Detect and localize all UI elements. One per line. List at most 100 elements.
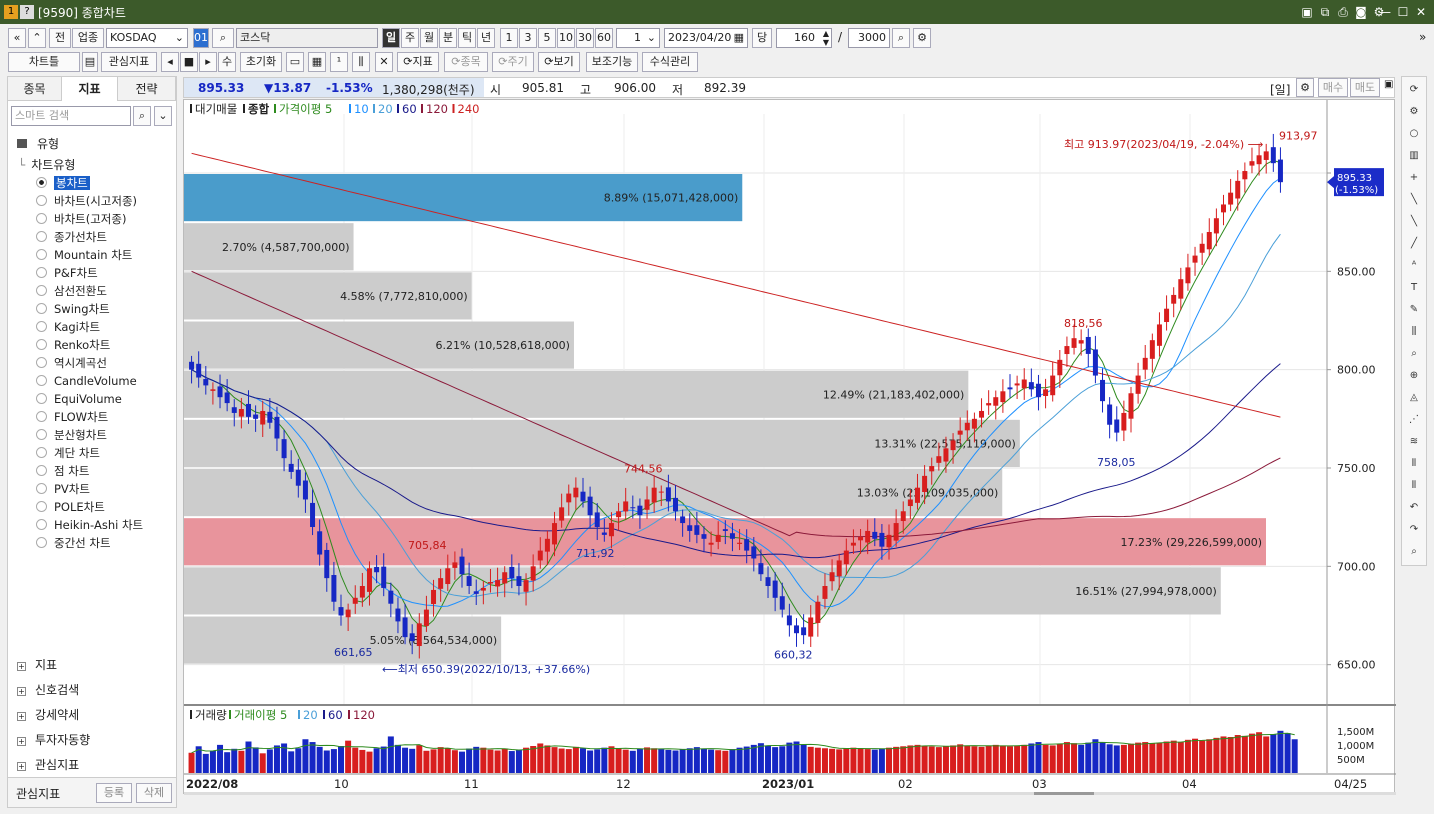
sell-button[interactable]: 매도 [1350,78,1380,97]
accordion-item[interactable]: + 신호검색 [17,680,79,700]
calendar-icon[interactable]: ▦ [734,29,744,47]
bars-icon[interactable]: ⦀ [1406,456,1422,472]
legend-item[interactable]: 20 [378,102,393,116]
legend-item[interactable]: 종합 [248,102,270,116]
total-input[interactable]: 3000 [848,28,890,48]
radio-icon[interactable] [36,519,47,530]
pane-separator[interactable] [184,704,1396,706]
interval-3[interactable]: 3 [519,28,537,48]
chart-type-item[interactable]: 중간선 차트 [36,534,111,552]
layout-icon[interactable]: ▭ [286,52,304,72]
stop-icon[interactable]: ■ [180,52,198,72]
chart-type-item[interactable]: Kagi차트 [36,318,100,336]
sector-button[interactable]: 업종 [72,28,104,48]
chart-type-item[interactable]: POLE차트 [36,498,105,516]
spin-icon[interactable]: ▲ ▼ [823,29,829,47]
chart-type-item[interactable]: Heikin-Ashi 차트 [36,516,143,534]
chart-type-item[interactable]: 봉차트 [36,174,90,192]
interval-60[interactable]: 60 [595,28,613,48]
interval-30[interactable]: 30 [576,28,594,48]
volume-legend-item[interactable]: 거래량 [195,708,227,722]
search-icon[interactable]: ⌕ [133,106,151,126]
expand-icon[interactable]: + [17,737,26,746]
chevron-down-icon[interactable]: ⌄ [154,106,172,126]
radio-icon[interactable] [36,195,47,206]
volume-legend-item[interactable]: 20 [303,708,318,722]
close-icon[interactable]: ▣ [1384,79,1393,90]
refresh-icon[interactable]: ⟳ [1406,82,1422,98]
expand-icon[interactable]: + [17,662,26,671]
chart-scrollbar[interactable] [184,792,1396,795]
date-input[interactable]: 2023/04/20 ▦ [664,28,748,48]
redo-icon[interactable]: ↷ [1406,522,1422,538]
radio-icon[interactable] [36,465,47,476]
scroll-thumb[interactable] [1034,792,1094,795]
tab-indicators[interactable]: 지표 [62,77,118,101]
radio-icon[interactable] [36,249,47,260]
interval-5[interactable]: 5 [538,28,556,48]
market-select[interactable]: KOSDAQ ⌄ [106,28,188,48]
chart-type-item[interactable]: FLOW차트 [36,408,108,426]
zoom-in-icon[interactable]: ⊕ [1406,368,1422,384]
interval-input[interactable]: 1 ⌄ [616,28,660,48]
bars2-icon[interactable]: ⦀ [1406,478,1422,494]
gann-icon[interactable]: ≋ [1406,434,1422,450]
prev-button[interactable]: « [8,28,26,48]
text-icon[interactable]: T [1406,280,1422,296]
expand-icon[interactable]: + [17,762,26,771]
camera-icon[interactable]: ◙ [1352,3,1370,21]
circle-icon[interactable]: ○ [1406,126,1422,142]
period-4[interactable]: 틱 [458,28,476,48]
legend-item[interactable]: 120 [426,102,448,116]
radio-icon[interactable] [36,357,47,368]
line-icon[interactable]: ╲ [1406,192,1422,208]
volume-legend-item[interactable]: 거래이평 5 [234,708,287,722]
gear-icon[interactable]: ⚙ [1296,78,1314,97]
trend-icon[interactable]: ╱ [1406,236,1422,252]
indicator-button[interactable]: ⟳지표 [397,52,439,72]
search-icon[interactable]: ⌕ [212,28,234,48]
chart-type-item[interactable]: Renko차트 [36,336,110,354]
period-0[interactable]: 일 [382,28,400,48]
chart-type-item[interactable]: 역시계곡선 [36,354,107,372]
legend-item[interactable]: 60 [402,102,417,116]
channel-icon[interactable]: ⋰ [1406,412,1422,428]
maximize-icon[interactable]: ☐ [1394,3,1412,21]
radio-icon[interactable] [36,411,47,422]
period-5[interactable]: 년 [477,28,495,48]
radio-icon[interactable] [36,447,47,458]
delete-button[interactable]: 삭제 [136,783,172,803]
expand-right-icon[interactable]: » [1419,30,1426,44]
candle-icon[interactable]: ⫼ [1406,324,1422,340]
cross-icon[interactable]: ✕ [375,52,393,72]
cycle-button[interactable]: ⟳주기 [492,52,534,72]
chart-type-item[interactable]: 바차트(고저종) [36,210,126,228]
candle-icon[interactable]: ⫼ [352,52,370,72]
search-icon[interactable]: ⌕ [1406,544,1422,560]
radio-icon[interactable] [36,393,47,404]
radio-icon[interactable] [36,231,47,242]
expand-icon[interactable]: + [17,712,26,721]
su-button[interactable]: 수 [218,52,236,72]
market-name-field[interactable]: 코스닥 [236,28,378,48]
radio-icon[interactable] [36,321,47,332]
section-type[interactable]: 유형 [17,135,59,152]
copy-icon[interactable]: ⧉ [1316,3,1334,21]
tab-strategy[interactable]: 전략 [118,77,176,101]
current-button[interactable]: 당 [752,28,772,48]
one-to-one-icon[interactable]: ¹ [330,52,348,72]
radio-icon[interactable] [36,483,47,494]
code-button[interactable]: 01 [193,28,209,48]
tree-root[interactable]: └ 차트유형 [18,156,75,173]
formula-button[interactable]: 수식관리 [642,52,698,72]
reset-button[interactable]: 초기화 [240,52,282,72]
accordion-item[interactable]: + 관심지표 [17,755,79,775]
radio-icon[interactable] [36,303,47,314]
zoom-search-icon[interactable]: ⌕ [892,28,910,48]
chart-frame-button[interactable]: 차트틀 [8,52,80,72]
view-button[interactable]: ⟳보기 [538,52,580,72]
print-icon[interactable]: ⎙ [1334,3,1352,21]
gear-icon[interactable]: ⚙ [913,28,931,48]
radio-icon[interactable] [36,285,47,296]
period-2[interactable]: 월 [420,28,438,48]
